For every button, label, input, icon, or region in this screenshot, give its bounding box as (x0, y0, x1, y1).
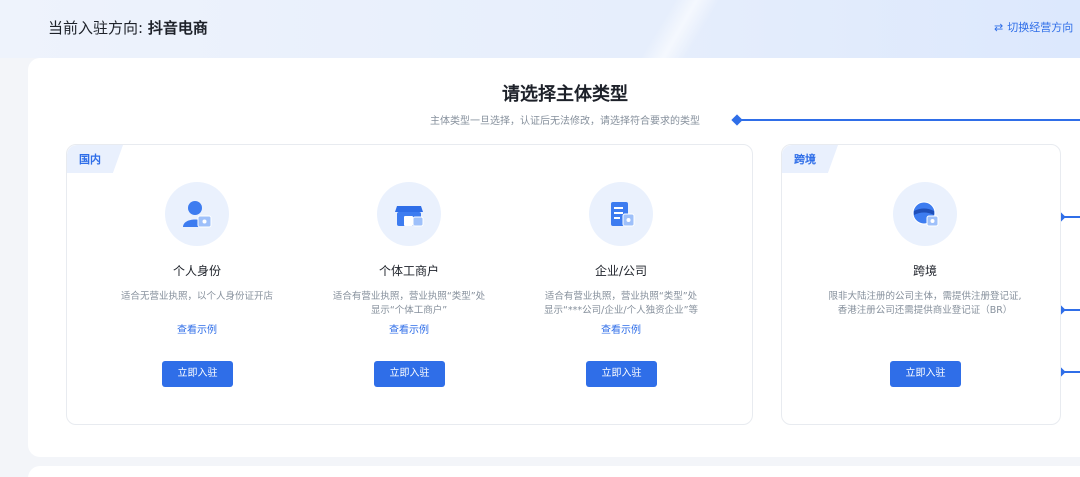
view-example-link[interactable]: 查看示例 (91, 321, 303, 336)
direction-title: 当前入驻方向: 抖音电商 (48, 17, 208, 38)
person-id-icon (165, 182, 229, 246)
enter-crossborder-button[interactable]: 立即入驻 (890, 361, 961, 387)
store-icon (377, 182, 441, 246)
card-description: 限非大陆注册的公司主体，需提供注册登记证, 香港注册公司还需提供商业登记证（BR… (815, 290, 1035, 318)
switch-direction-link[interactable]: ⇄ 切换经营方向 (994, 19, 1073, 35)
view-example-link[interactable]: 查看示例 (515, 321, 727, 336)
card-title: 个体工商户 (378, 264, 439, 278)
card-title: 跨境 (912, 264, 937, 278)
header-bar: 当前入驻方向: 抖音电商 ⇄ 切换经营方向 (0, 0, 1080, 58)
globe-icon (893, 182, 957, 246)
card-description: 适合有营业执照，营业执照“类型”处 显示“***公司/企业/个人独资企业”等 (515, 290, 727, 318)
card-company: 企业/公司 适合有营业执照，营业执照“类型”处 显示“***公司/企业/个人独资… (515, 182, 727, 336)
domestic-tag: 国内 (67, 145, 123, 173)
card-desc-line: 适合无营业执照，以个人身份证开店 (120, 291, 273, 302)
card-description: 适合无营业执照，以个人身份证开店 (91, 290, 303, 304)
crossborder-tag: 跨境 (782, 145, 838, 173)
card-title: 企业/公司 (594, 264, 648, 278)
switch-label: 切换经营方向 (1007, 21, 1074, 34)
secondary-panel (28, 466, 1080, 477)
connector-line (1062, 371, 1080, 373)
direction-value: 抖音电商 (147, 19, 208, 37)
header-decoration (640, 0, 720, 58)
enter-company-button[interactable]: 立即入驻 (586, 361, 657, 387)
card-desc-line: 香港注册公司还需提供商业登记证（BR） (837, 305, 1013, 316)
card-personal: 个人身份 适合无营业执照，以个人身份证开店 查看示例 (91, 182, 303, 336)
connector-line (1062, 309, 1080, 311)
card-individual-business: 个体工商户 适合有营业执照，营业执照“类型”处 显示“个体工商户” 查看示例 (303, 182, 515, 336)
direction-label: 当前入驻方向: (48, 19, 148, 37)
connector-line (1062, 216, 1080, 218)
card-desc-line: 显示“***公司/企业/个人独资企业”等 (544, 305, 698, 316)
switch-icon: ⇄ (994, 21, 1004, 34)
enter-personal-button[interactable]: 立即入驻 (162, 361, 233, 387)
page-title: 请选择主体类型 (502, 84, 628, 105)
card-desc-line: 适合有营业执照，营业执照“类型”处 (332, 291, 486, 302)
enter-individual-business-button[interactable]: 立即入驻 (374, 361, 445, 387)
card-description: 适合有营业执照，营业执照“类型”处 显示“个体工商户” (303, 290, 515, 318)
connector-line (740, 119, 1080, 121)
company-building-icon (589, 182, 653, 246)
card-crossborder: 跨境 限非大陆注册的公司主体，需提供注册登记证, 香港注册公司还需提供商业登记证… (815, 182, 1035, 318)
card-desc-line: 显示“个体工商户” (370, 305, 448, 316)
card-desc-line: 适合有营业执照，营业执照“类型”处 (544, 291, 698, 302)
view-example-link[interactable]: 查看示例 (303, 321, 515, 336)
card-title: 个人身份 (172, 264, 221, 278)
card-desc-line: 限非大陆注册的公司主体，需提供注册登记证, (828, 291, 1022, 302)
